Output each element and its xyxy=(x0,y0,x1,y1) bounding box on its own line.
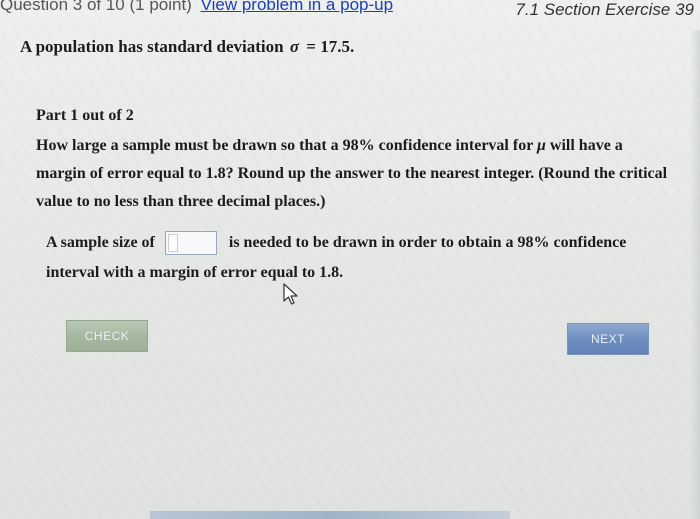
answer-sentence: A sample size of is needed to be drawn i… xyxy=(46,228,666,288)
mouse-cursor-icon xyxy=(283,283,298,305)
intro-value: = 17.5. xyxy=(306,37,355,56)
question-number: Question 3 of 10 (1 point) xyxy=(0,0,192,14)
popup-link[interactable]: View problem in a pop-up xyxy=(201,0,393,14)
section-title: 7.1 Section Exercise 39 xyxy=(515,0,694,19)
problem-intro: A population has standard deviation σ = … xyxy=(20,37,354,57)
part-label: Part 1 out of 2 xyxy=(36,107,134,124)
question-header: Question 3 of 10 (1 point) View problem … xyxy=(0,0,700,24)
intro-prefix: A population has standard deviation xyxy=(20,37,284,56)
question-part1: How large a sample must be drawn so that… xyxy=(36,137,533,154)
answer-prefix: A sample size of xyxy=(46,234,155,251)
question-text: How large a sample must be drawn so that… xyxy=(36,132,676,216)
check-button[interactable]: CHECK xyxy=(66,320,148,352)
sigma-symbol: σ xyxy=(289,37,300,56)
question-info: Question 3 of 10 (1 point) View problem … xyxy=(0,0,393,15)
bottom-bar xyxy=(150,511,510,519)
sample-size-input[interactable] xyxy=(164,231,217,256)
next-button[interactable]: NEXT xyxy=(567,323,649,355)
screen-edge xyxy=(690,30,700,519)
mu-symbol: μ xyxy=(537,137,546,154)
